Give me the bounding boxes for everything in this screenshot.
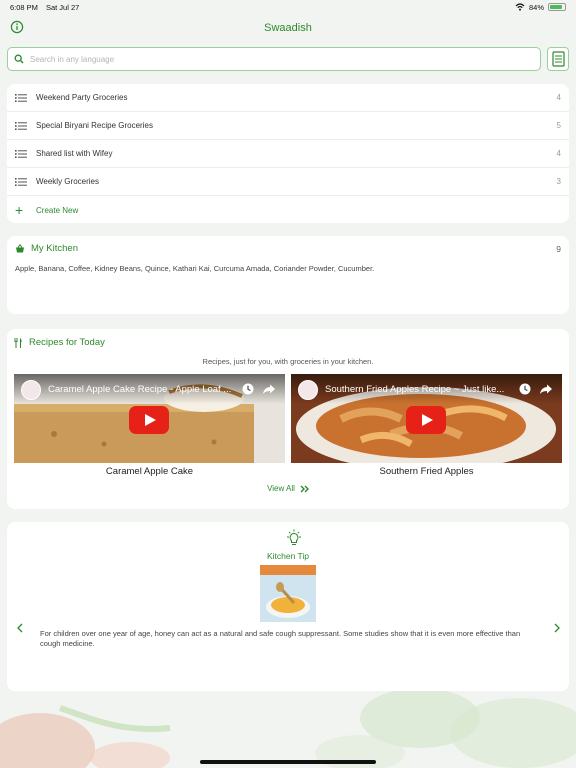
app-title: Swaadish (264, 22, 312, 34)
create-new-label: Create New (36, 205, 79, 215)
notebook-icon (551, 51, 565, 67)
kitchen-tip-text: For children over one year of age, honey… (40, 629, 521, 648)
basket-icon (16, 244, 24, 253)
my-kitchen-title: My Kitchen (31, 243, 78, 254)
grocery-list-name: Shared list with Wifey (36, 149, 113, 158)
recipes-header: Recipes for Today (14, 337, 562, 348)
recipe-videos: Caramel Apple Cake Recipe - Apple Loaf .… (14, 374, 562, 477)
video-title: Southern Fried Apples Recipe ~ Just like… (325, 384, 505, 395)
double-chevron-right-icon (300, 485, 309, 492)
grocery-list-name: Weekend Party Groceries (36, 93, 128, 102)
chevron-left-icon[interactable] (15, 622, 25, 634)
kitchen-tip-title: Kitchen Tip (266, 551, 310, 561)
status-date: Sat Jul 27 (45, 2, 80, 12)
status-bar: 6:08 PM Sat Jul 27 84% (0, 0, 576, 14)
share-icon[interactable] (262, 382, 276, 396)
search-box[interactable] (7, 47, 541, 71)
search-row (7, 47, 569, 73)
my-kitchen-count: 9 (556, 243, 561, 254)
list-icon (15, 149, 27, 158)
list-icon (15, 121, 27, 130)
search-input[interactable] (30, 54, 534, 64)
youtube-play-icon[interactable] (406, 406, 446, 434)
channel-avatar (21, 380, 41, 400)
notebook-button[interactable] (547, 47, 569, 71)
grocery-list-row[interactable]: Weekend Party Groceries 4 (7, 84, 569, 112)
lightbulb-icon (287, 529, 301, 545)
grocery-list-row[interactable]: Special Biryani Recipe Groceries 5 (7, 112, 569, 140)
list-icon (15, 93, 27, 102)
channel-avatar (298, 380, 318, 400)
battery-percent: 84% (528, 2, 544, 12)
video-caption: Southern Fried Apples (379, 466, 474, 477)
nav-bar: Swaadish (0, 14, 576, 42)
info-icon[interactable] (10, 20, 24, 34)
share-icon[interactable] (539, 382, 553, 396)
recipe-video-card[interactable]: Southern Fried Apples Recipe ~ Just like… (291, 374, 562, 477)
recipes-subtitle: Recipes, just for you, with groceries in… (202, 357, 374, 366)
youtube-play-icon[interactable] (129, 406, 169, 434)
kitchen-tip-card: Kitchen Tip For children over one year o… (7, 522, 569, 691)
my-kitchen-header: My Kitchen 9 (15, 243, 561, 254)
grocery-list-name: Weekly Groceries (36, 177, 99, 186)
video-thumbnail[interactable]: Caramel Apple Cake Recipe - Apple Loaf .… (14, 374, 285, 463)
clock-icon[interactable] (241, 382, 255, 396)
view-all-button[interactable]: View All (14, 484, 562, 493)
search-icon (14, 54, 24, 64)
grocery-list-row[interactable]: Shared list with Wifey 4 (7, 140, 569, 168)
grocery-list-count: 4 (556, 149, 561, 158)
grocery-list-count: 5 (556, 121, 561, 130)
wifi-icon (515, 3, 525, 11)
vegetables-background (0, 688, 576, 768)
recipes-title: Recipes for Today (29, 337, 105, 348)
chevron-right-icon[interactable] (552, 622, 562, 634)
video-thumbnail[interactable]: Southern Fried Apples Recipe ~ Just like… (291, 374, 562, 463)
my-kitchen-card[interactable]: My Kitchen 9 Apple, Banana, Coffee, Kidn… (7, 236, 569, 314)
clock-icon[interactable] (518, 382, 532, 396)
recipe-video-card[interactable]: Caramel Apple Cake Recipe - Apple Loaf .… (14, 374, 285, 477)
grocery-lists-card: Weekend Party Groceries 4 Special Biryan… (7, 84, 569, 223)
battery-icon (548, 3, 566, 11)
video-caption: Caramel Apple Cake (105, 466, 194, 477)
honey-jar-image (260, 565, 316, 622)
status-time: 6:08 PM (10, 2, 38, 12)
list-icon (15, 177, 27, 186)
grocery-list-count: 3 (556, 177, 561, 186)
home-indicator[interactable] (200, 760, 376, 764)
grocery-list-row[interactable]: Weekly Groceries 3 (7, 168, 569, 196)
view-all-label: View All (267, 484, 295, 493)
grocery-list-name: Special Biryani Recipe Groceries (36, 121, 153, 130)
recipes-card: Recipes for Today Recipes, just for you,… (7, 329, 569, 509)
plus-icon: + (15, 202, 24, 218)
create-new-button[interactable]: + Create New (7, 196, 569, 224)
kitchen-items: Apple, Banana, Coffee, Kidney Beans, Qui… (15, 264, 375, 273)
fork-knife-icon (14, 337, 22, 348)
video-title: Caramel Apple Cake Recipe - Apple Loaf .… (48, 384, 232, 395)
grocery-list-count: 4 (556, 93, 561, 102)
